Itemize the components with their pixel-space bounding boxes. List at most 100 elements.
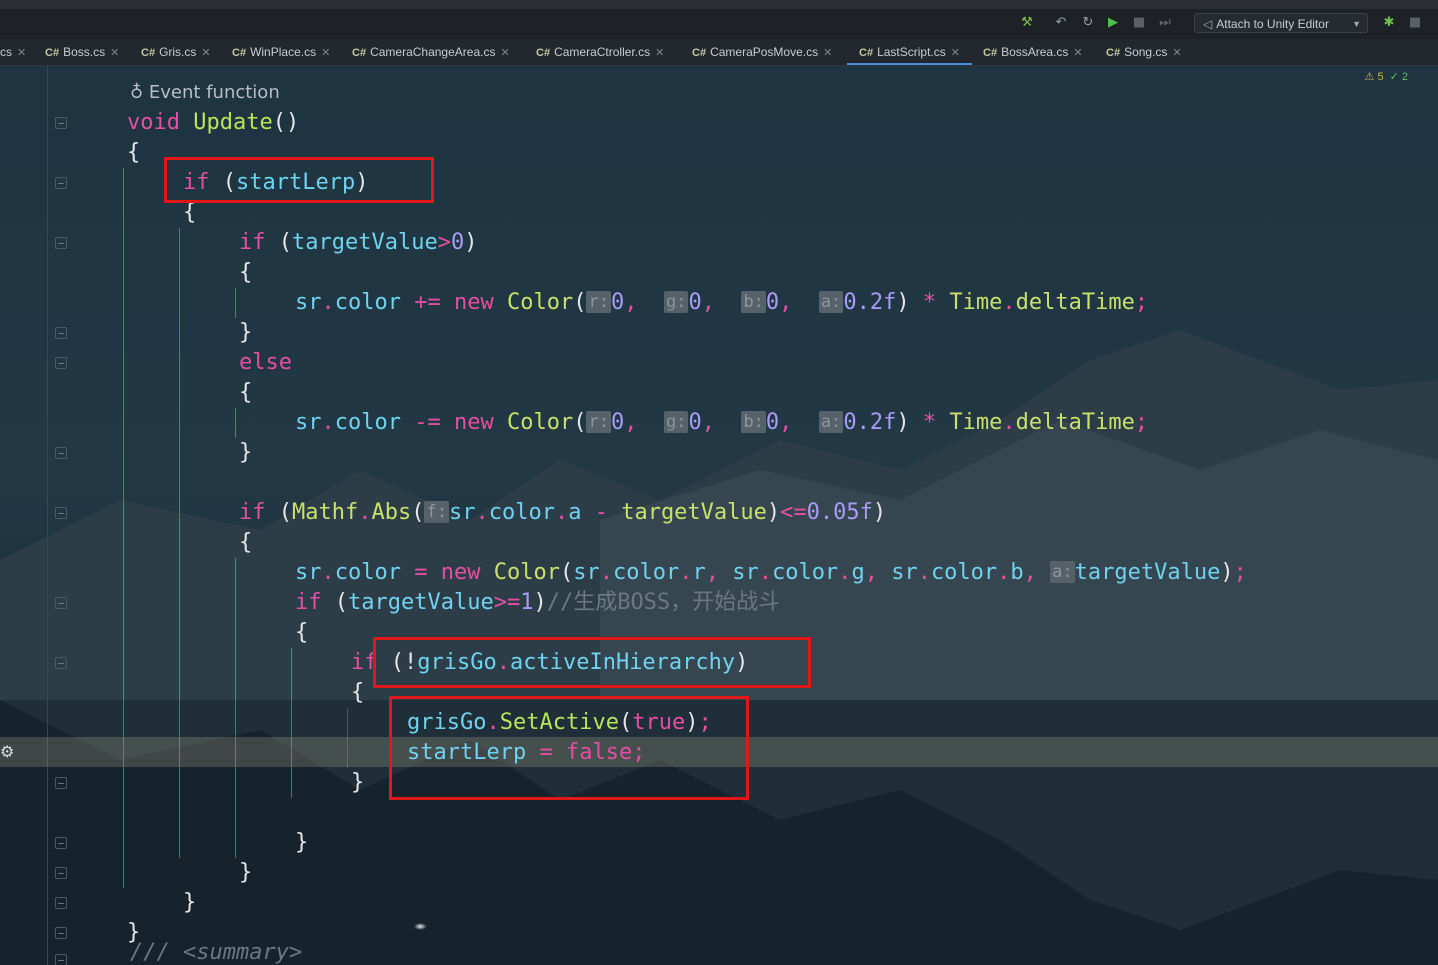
close-icon[interactable]: ✕ [951,47,960,59]
tab-label: Boss.cs [63,45,106,59]
close-icon[interactable]: ✕ [201,47,210,59]
fold-marker[interactable] [55,657,67,669]
code-line: sr.color = new Color(sr.color.r, sr.colo… [295,560,1247,585]
attach-unity-dropdown[interactable]: ◁ Attach to Unity Editor ▼ [1194,13,1368,33]
code-line: sr.color += new Color(r:0, g:0, b:0, a:0… [295,290,1149,315]
tab-bossarea[interactable]: C# BossArea.cs ✕ [983,39,1083,65]
tab-label: Gris.cs [159,45,197,59]
fold-marker[interactable] [55,327,67,339]
fold-marker[interactable] [55,357,67,369]
tab-label: CameraPosMove.cs [710,45,819,59]
csharp-icon: C# [352,47,367,59]
tab-cameraposmove[interactable]: C# CameraPosMove.cs ✕ [692,39,832,65]
fold-marker[interactable] [55,177,67,189]
tab-cameractroller[interactable]: C# CameraCtroller.cs ✕ [536,39,664,65]
indent-guide [123,168,124,888]
event-function-hint[interactable]: ♁ Event function [130,82,280,103]
warning-icon: ⚠ [1364,71,1375,83]
code-line: sr.color -= new Color(r:0, g:0, b:0, a:0… [295,410,1149,435]
warning-count: 5 [1377,71,1384,83]
tab-song[interactable]: C# Song.cs ✕ [1106,39,1182,65]
code-line: } [239,440,253,465]
gear-icon[interactable]: ⚙ [0,742,14,761]
csharp-icon: C# [692,47,707,59]
close-icon[interactable]: ✕ [500,47,509,59]
csharp-icon: C# [45,47,60,59]
close-icon[interactable]: ✕ [1073,47,1082,59]
indent-guide [235,558,236,858]
code-line: else [239,350,292,375]
fold-marker[interactable] [55,507,67,519]
fold-marker[interactable] [55,897,67,909]
csharp-icon: C# [536,47,551,59]
tab-camerachangearea[interactable]: C# CameraChangeArea.cs ✕ [352,39,510,65]
doc-comment: /// <summary> [130,940,303,965]
indent-guide [291,648,292,798]
code-line: { [351,680,365,705]
fold-marker[interactable] [55,237,67,249]
chevron-down-icon: ▼ [1352,19,1361,29]
code-line: } [239,860,253,885]
annotation-box-startlerp [164,157,434,203]
annotation-box-active-check [373,637,811,688]
square-icon[interactable]: ■ [1407,15,1423,31]
tab-label: CameraChangeArea.cs [370,45,496,59]
refresh-back-icon[interactable]: ↶ [1053,15,1069,31]
indent-guide [235,288,236,318]
fold-marker[interactable] [55,954,67,965]
close-icon[interactable]: ✕ [321,47,330,59]
code-line: if (targetValue>=1)//生成BOSS，开始战斗 [295,590,781,615]
close-icon[interactable]: ✕ [110,47,119,59]
unity-icon: ◁ [1203,17,1213,31]
csharp-icon: C# [983,47,998,59]
code-line: } [183,890,197,915]
fold-marker[interactable] [55,447,67,459]
close-icon[interactable]: ✕ [655,47,664,59]
csharp-icon: C# [859,47,874,59]
fold-marker[interactable] [55,927,67,939]
stop-icon[interactable]: ■ [1131,15,1147,31]
annotation-box-setactive [389,696,749,800]
code-line: { [127,140,141,165]
csharp-icon: C# [1106,47,1121,59]
close-icon[interactable]: ✕ [1172,47,1181,59]
window-top-strip [0,0,1438,9]
tab-gris[interactable]: C# Gris.cs ✕ [141,39,211,65]
csharp-icon: C# [232,47,247,59]
debug-bug-icon[interactable]: ✱ [1381,15,1397,31]
tab-cs[interactable]: cs ✕ [0,39,26,65]
indent-guide [235,408,236,438]
inspection-status[interactable]: ⚠ 5 ✓ 2 [1365,70,1408,83]
build-hammer-icon[interactable]: ⚒ [1019,15,1035,31]
code-line: if (targetValue>0) [239,230,478,255]
fold-marker[interactable] [55,597,67,609]
toolbar: ⚒ ↶ ↻ ▶ ■ ⏭ ◁ Attach to Unity Editor ▼ ✱ ■ [0,9,1438,39]
code-line: { [239,380,253,405]
fold-marker[interactable] [55,117,67,129]
tab-label: LastScript.cs [877,45,946,59]
refresh-icon[interactable]: ↻ [1080,15,1096,31]
tab-label: cs [0,45,12,59]
tab-lastscript[interactable]: C# LastScript.cs ✕ [847,39,972,65]
fold-marker[interactable] [55,867,67,879]
tab-label: WinPlace.cs [250,45,317,59]
code-editor[interactable]: ⚠ 5 ✓ 2 ⚙ ♁ Event function void Update() … [0,66,1438,965]
code-line: } [351,770,365,795]
run-icon[interactable]: ▶ [1105,15,1121,31]
unity-event-icon: ♁ [130,82,149,103]
tab-label: BossArea.cs [1001,45,1069,59]
gutter-divider [47,66,48,965]
tab-label: Song.cs [1124,45,1168,59]
fold-marker[interactable] [55,777,67,789]
close-icon[interactable]: ✕ [823,47,832,59]
code-line: { [295,620,309,645]
check-icon: ✓ [1389,71,1399,83]
close-icon[interactable]: ✕ [17,47,26,59]
editor-tab-bar: cs ✕ C# Boss.cs ✕ C# Gris.cs ✕ C# WinPlace.cs ✕… [0,39,1438,66]
step-icon[interactable]: ⏭ [1157,15,1173,31]
tab-boss[interactable]: C# Boss.cs ✕ [45,39,119,65]
tab-winplace[interactable]: C# WinPlace.cs ✕ [232,39,330,65]
fold-marker[interactable] [55,837,67,849]
code-line: void Update() [127,110,300,135]
tab-label: CameraCtroller.cs [554,45,651,59]
